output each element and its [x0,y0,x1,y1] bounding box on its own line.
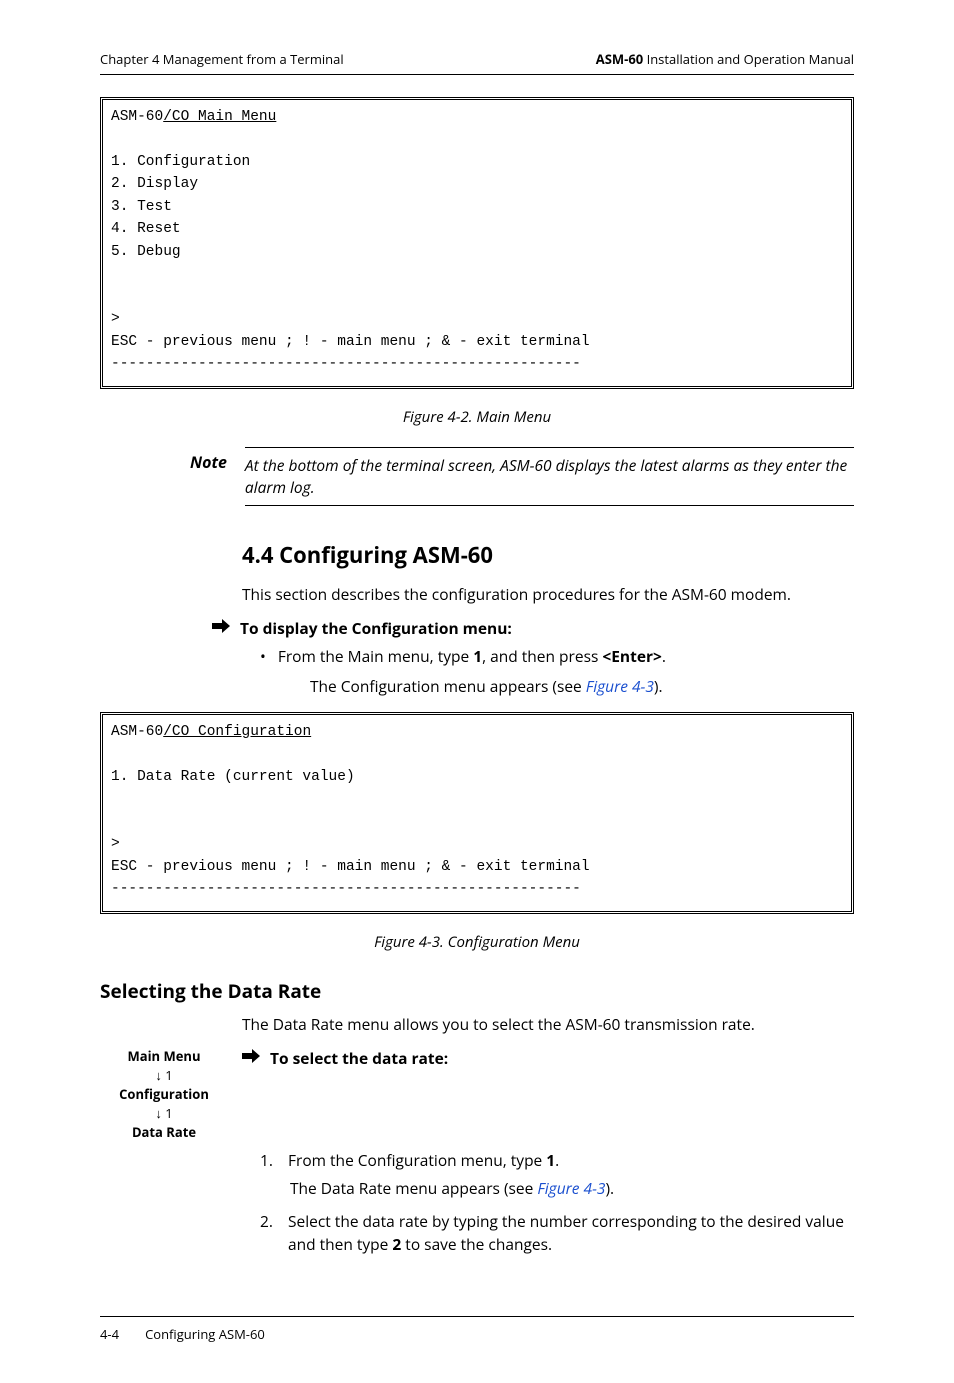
terminal-title-prefix: ASM-60 [111,109,163,125]
figure-link-4-3[interactable]: Figure 4-3 [537,1177,605,1199]
menu-item: 2. Display [111,176,198,192]
bullet-icon: • [260,645,266,668]
bullet-item: • From the Main menu, type 1, and then p… [260,645,854,668]
step-2: 2. Select the data rate by typing the nu… [260,1210,854,1257]
procedure-select-rate: To select the data rate: [242,1047,854,1069]
terminal-prompt: > [111,836,120,852]
section-heading-4-4: 4.4 Configuring ASM-60 [242,540,854,570]
page-footer: 4-4 Configuring ASM-60 [100,1316,854,1343]
header-left: Chapter 4 Management from a Terminal [100,50,344,68]
figure-caption-4-3: Figure 4-3. Configuration Menu [100,932,854,952]
note-block: Note At the bottom of the terminal scree… [190,447,854,506]
terminal-main-menu: ASM-60/CO Main Menu 1. Configuration 2. … [100,97,854,389]
procedure-arrow-icon [212,619,230,633]
footer-page-number: 4-4 [100,1325,119,1343]
subsection-heading-data-rate: Selecting the Data Rate [100,978,854,1004]
note-body: At the bottom of the terminal screen, AS… [245,447,854,506]
procedure-arrow-icon [242,1049,260,1063]
menu-item: 4. Reset [111,221,181,237]
nav-down-icon: ↓ 1 [100,1066,228,1085]
terminal-title-prefix: ASM-60 [111,724,163,740]
note-label: Note [190,447,227,473]
menu-item: 3. Test [111,199,172,215]
figure-caption-4-2: Figure 4-2. Main Menu [100,407,854,427]
bullet-result: The Configuration menu appears (see Figu… [310,675,854,698]
nav-node: Main Menu [100,1047,228,1066]
menu-item: 5. Debug [111,244,181,260]
terminal-hint: ESC - previous menu ; ! - main menu ; & … [111,334,590,350]
step-1-result: The Data Rate menu appears (see Figure 4… [290,1177,854,1200]
page-header: Chapter 4 Management from a Terminal ASM… [100,50,854,75]
step-text: From the Configuration menu, type 1. [288,1149,854,1172]
procedure-body: To select the data rate: [242,1047,854,1075]
step-number: 1. [260,1149,278,1172]
step-text: Select the data rate by typing the numbe… [288,1210,854,1257]
terminal-prompt: > [111,311,120,327]
nav-node: Configuration [100,1085,228,1104]
step-1: 1. From the Configuration menu, type 1. [260,1149,854,1172]
header-right: ASM-60 Installation and Operation Manual [596,50,854,68]
data-rate-intro: The Data Rate menu allows you to select … [242,1014,854,1036]
terminal-title-suffix: /CO Main Menu [163,109,276,125]
terminal-rule: ----------------------------------------… [111,356,581,372]
header-doc-title: Installation and Operation Manual [643,50,854,68]
bullet-text: From the Main menu, type 1, and then pre… [278,645,666,668]
terminal-rule: ----------------------------------------… [111,881,581,897]
header-product: ASM-60 [596,50,643,68]
terminal-config-menu: ASM-60/CO Configuration 1. Data Rate (cu… [100,712,854,914]
section-intro: This section describes the configuration… [242,584,854,606]
menu-nav-path: Main Menu ↓ 1 Configuration ↓ 1 Data Rat… [100,1047,228,1141]
menu-item: 1. Data Rate (current value) [111,769,355,785]
terminal-hint: ESC - previous menu ; ! - main menu ; & … [111,859,590,875]
procedure-heading: To select the data rate: [270,1047,448,1069]
menu-item: 1. Configuration [111,154,250,170]
footer-section-title: Configuring ASM-60 [145,1325,265,1343]
nav-and-procedure: Main Menu ↓ 1 Configuration ↓ 1 Data Rat… [100,1047,854,1141]
step-number: 2. [260,1210,278,1257]
nav-down-icon: ↓ 1 [100,1104,228,1123]
nav-node: Data Rate [100,1123,228,1142]
figure-link-4-3[interactable]: Figure 4-3 [586,675,654,697]
page: Chapter 4 Management from a Terminal ASM… [0,0,954,1383]
procedure-display-config: To display the Configuration menu: [212,617,854,639]
procedure-heading: To display the Configuration menu: [240,617,512,639]
terminal-title-suffix: /CO Configuration [163,724,311,740]
